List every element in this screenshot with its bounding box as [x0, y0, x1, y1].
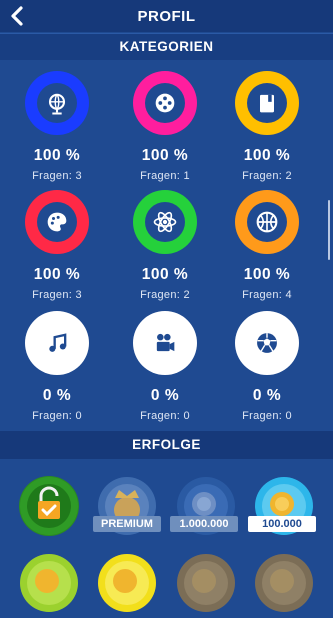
category-percent: 0 %	[150, 387, 180, 404]
category-question-count: Fragen: 3	[32, 170, 82, 182]
music-note-icon	[49, 333, 67, 352]
category-question-count: Fragen: 1	[140, 170, 190, 182]
category-card[interactable]: 100 % Fragen: 2	[115, 190, 215, 301]
section-header-categories: KATEGORIEN	[0, 33, 333, 60]
category-icon-disc	[37, 202, 77, 242]
achievement-label-1000000: 1.000.000	[170, 516, 238, 532]
category-question-count: Fragen: 4	[242, 289, 292, 301]
category-ring	[133, 190, 197, 254]
category-question-count: Fragen: 0	[32, 410, 82, 422]
category-card[interactable]: 100 % Fragen: 3	[7, 190, 107, 301]
section-header-achievements: ERFOLGE	[0, 431, 333, 459]
achievement-badge[interactable]	[254, 553, 314, 613]
category-percent: 100 %	[141, 147, 189, 164]
category-percent: 100 %	[243, 147, 291, 164]
palette-icon	[47, 212, 67, 232]
category-question-count: Fragen: 0	[242, 410, 292, 422]
category-card[interactable]: 0 % Fragen: 0	[217, 311, 317, 422]
category-question-count: Fragen: 2	[140, 289, 190, 301]
category-ring	[25, 190, 89, 254]
category-ring	[235, 311, 299, 375]
achievement-badge[interactable]	[19, 476, 79, 536]
category-icon-disc	[247, 202, 287, 242]
atom-icon	[153, 211, 177, 233]
category-icon-disc	[37, 83, 77, 123]
category-ring	[235, 190, 299, 254]
category-percent: 100 %	[33, 147, 81, 164]
category-card[interactable]: 100 % Fragen: 1	[115, 71, 215, 182]
achievement-badge[interactable]	[97, 553, 157, 613]
category-percent: 0 %	[252, 387, 282, 404]
category-percent: 100 %	[141, 266, 189, 283]
achievement-badge[interactable]	[19, 553, 79, 613]
category-ring	[133, 71, 197, 135]
achievement-label-100000: 100.000	[248, 516, 316, 532]
unlock-check-icon	[20, 477, 78, 535]
category-ring	[235, 71, 299, 135]
category-icon-disc	[37, 323, 77, 363]
category-card[interactable]: 100 % Fragen: 3	[7, 71, 107, 182]
movie-camera-icon	[156, 333, 175, 352]
coin-icon	[255, 554, 313, 612]
coin-icon	[177, 554, 235, 612]
scrollbar[interactable]	[328, 200, 330, 260]
category-icon-disc	[247, 83, 287, 123]
category-card[interactable]: 0 % Fragen: 0	[7, 311, 107, 422]
category-card[interactable]: 0 % Fragen: 0	[115, 311, 215, 422]
category-percent: 100 %	[243, 266, 291, 283]
category-question-count: Fragen: 3	[32, 289, 82, 301]
category-percent: 0 %	[42, 387, 72, 404]
category-icon-disc	[145, 202, 185, 242]
category-ring	[25, 311, 89, 375]
film-reel-icon	[155, 93, 175, 113]
achievement-label-premium: PREMIUM	[93, 516, 161, 532]
category-icon-disc	[145, 83, 185, 123]
globe-icon	[48, 93, 66, 115]
soccer-ball-icon	[257, 333, 277, 353]
coin-icon	[20, 554, 78, 612]
category-icon-disc	[247, 323, 287, 363]
basketball-icon	[256, 211, 278, 233]
category-ring	[25, 71, 89, 135]
achievement-badge[interactable]	[176, 553, 236, 613]
top-bar: PROFIL	[0, 0, 333, 32]
category-card[interactable]: 100 % Fragen: 2	[217, 71, 317, 182]
page-title: PROFIL	[137, 8, 196, 25]
category-question-count: Fragen: 2	[242, 170, 292, 182]
category-percent: 100 %	[33, 266, 81, 283]
category-card[interactable]: 100 % Fragen: 4	[217, 190, 317, 301]
coin-icon	[98, 554, 156, 612]
category-icon-disc	[145, 323, 185, 363]
book-icon	[260, 94, 274, 113]
category-ring	[133, 311, 197, 375]
category-question-count: Fragen: 0	[140, 410, 190, 422]
